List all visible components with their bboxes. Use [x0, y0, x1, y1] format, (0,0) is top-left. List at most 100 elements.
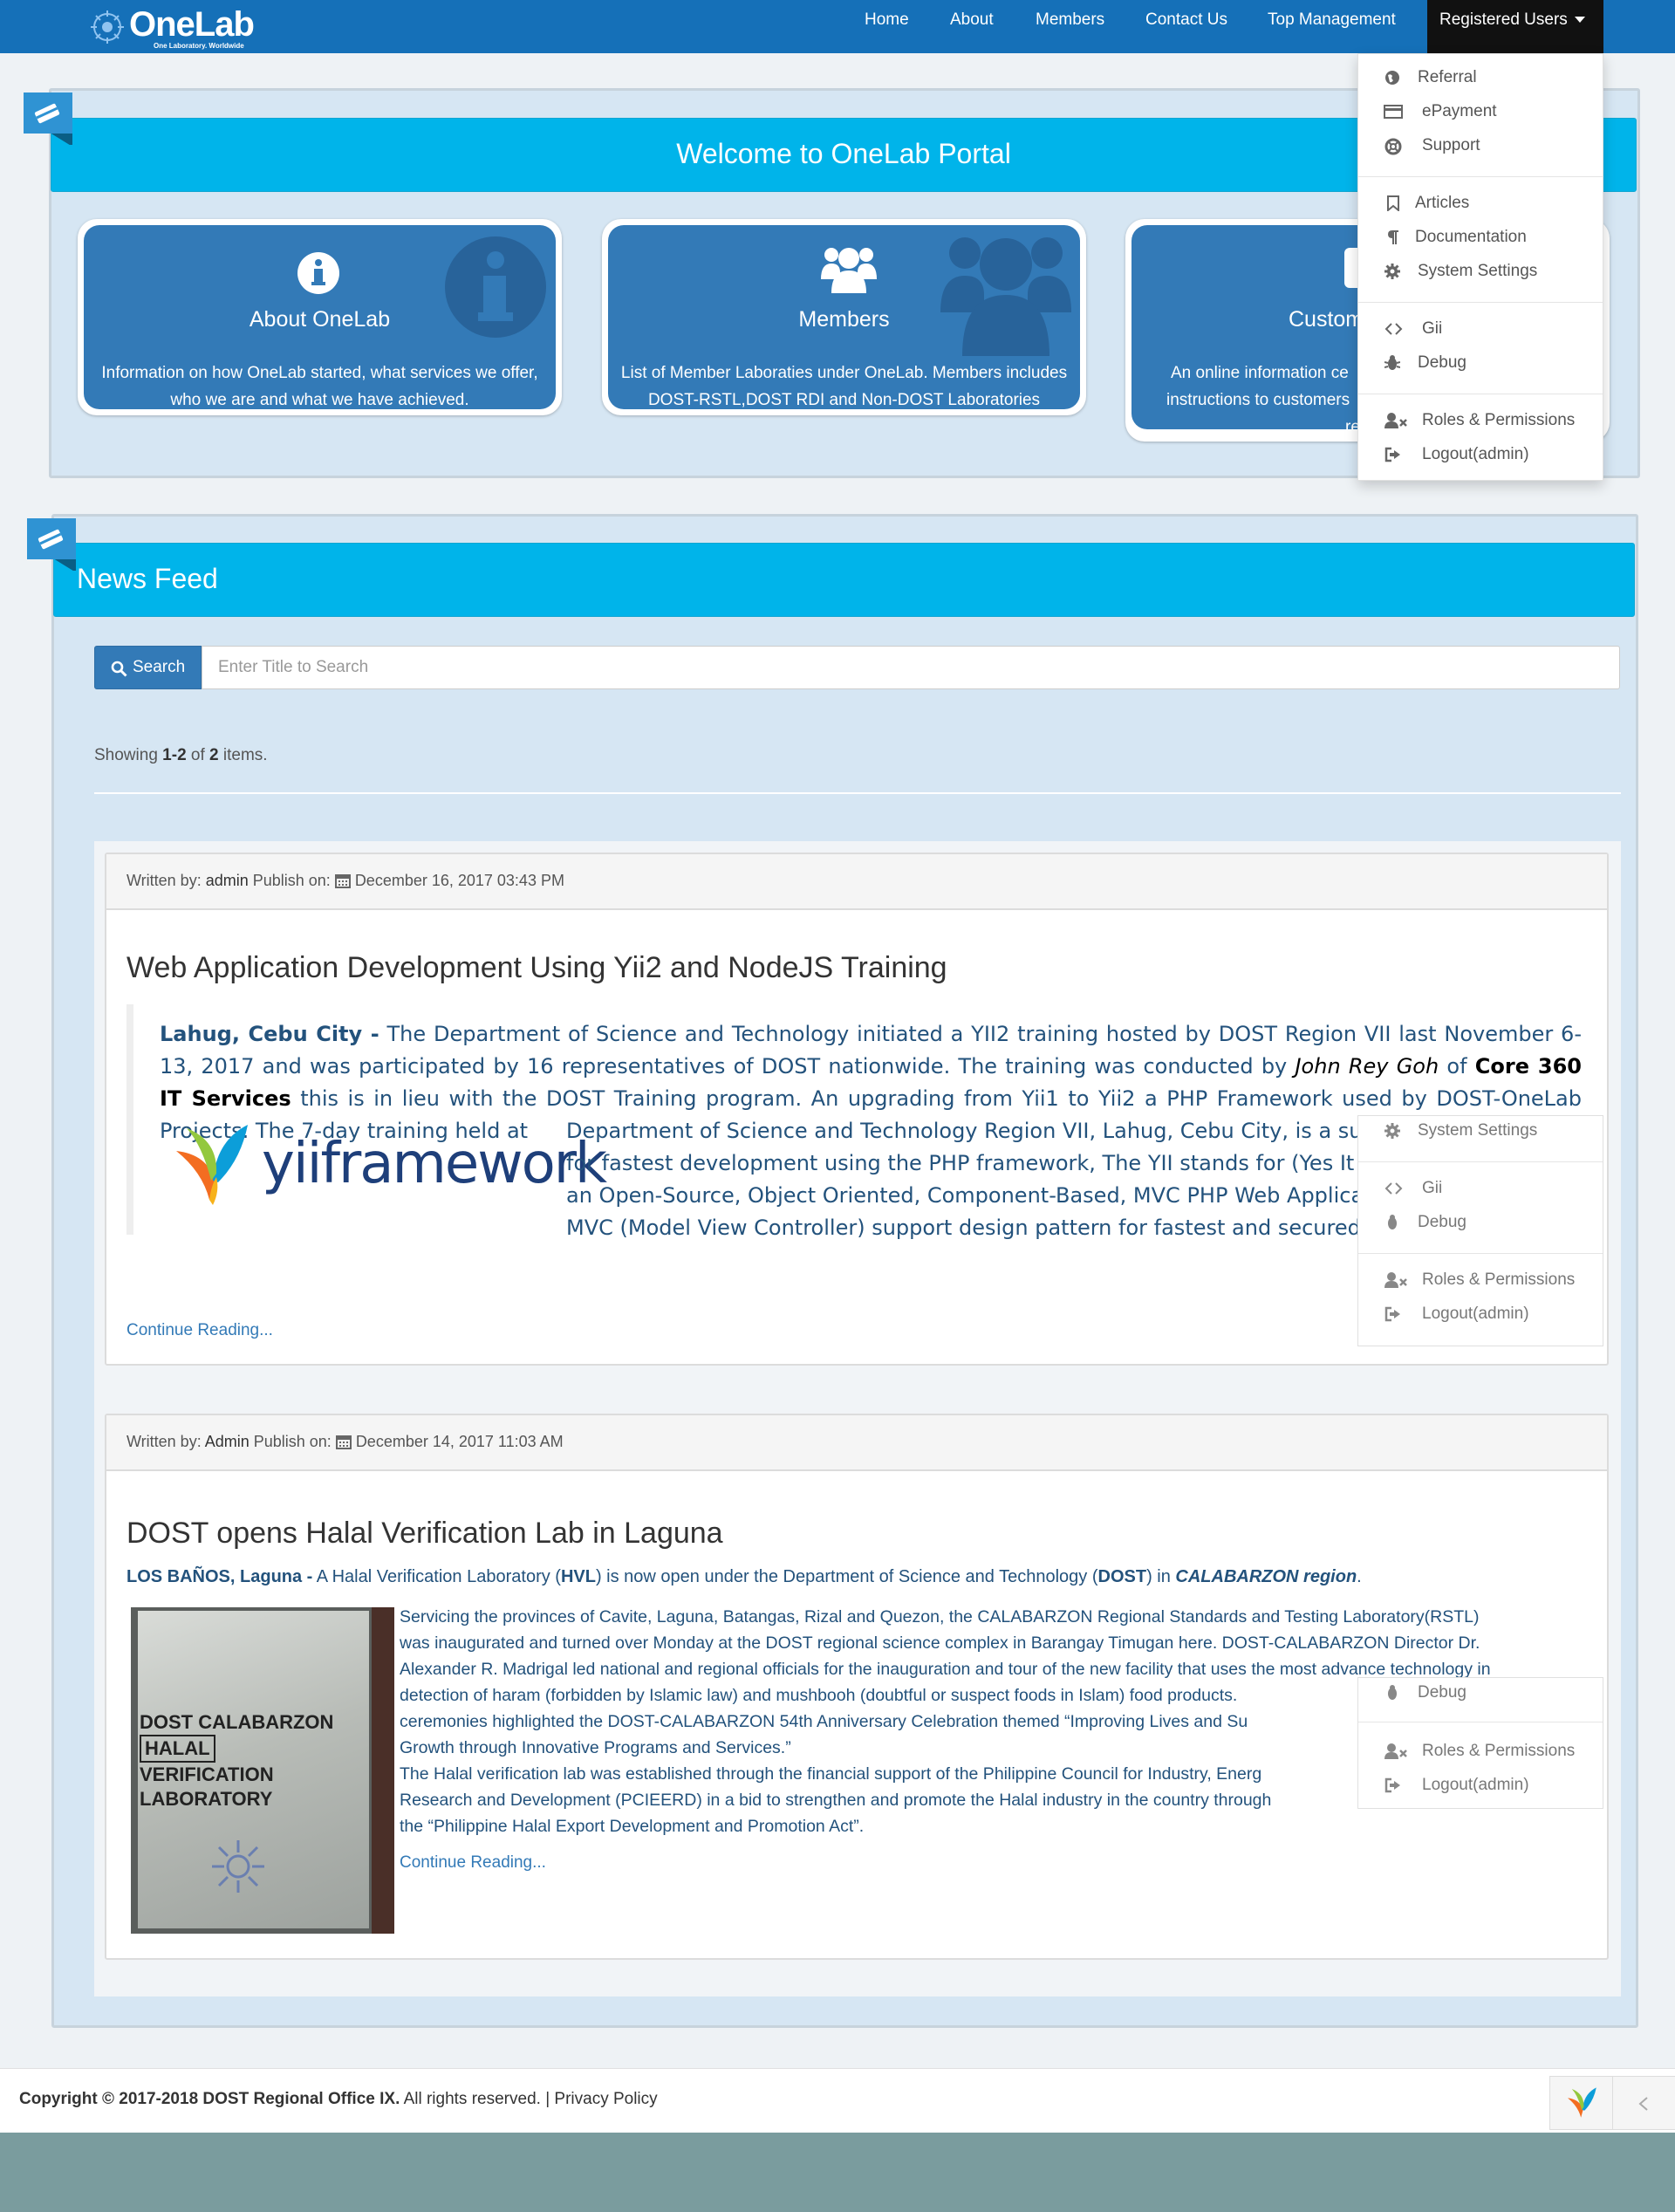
menu-item-logout-ghost: Logout(admin)	[1358, 1770, 1603, 1800]
user-times-icon	[1384, 1272, 1407, 1288]
footer: Copyright © 2017-2018 DOST Regional Offi…	[0, 2068, 1675, 2133]
search-icon	[111, 661, 127, 677]
members-card[interactable]: Members List of Member Laboraties under …	[602, 219, 1086, 415]
dropdown-ghost-copy: Debug Roles & Permissions Logout(admin)	[1357, 1677, 1603, 1809]
bug-icon	[1388, 1685, 1397, 1700]
calendar-icon	[334, 874, 351, 888]
nav-about[interactable]: About	[938, 0, 1006, 53]
gear-icon	[1384, 264, 1400, 279]
bookmark-icon	[1387, 195, 1399, 211]
news-feed-header: News Feed	[53, 543, 1635, 617]
members-desc: List of Member Laboraties under OneLab. …	[620, 364, 1068, 409]
divider	[94, 792, 1621, 794]
news-feed-title: News Feed	[77, 563, 218, 594]
article-title[interactable]: Web Application Development Using Yii2 a…	[126, 951, 947, 985]
ribbon-book-icon	[24, 92, 72, 145]
about-onelab-title: About OneLab	[249, 307, 391, 332]
halal-lab-photo: DOST CALABARZON HALAL VERIFICATION LABOR…	[131, 1607, 394, 1934]
yii-leaf-icon	[1568, 2087, 1596, 2118]
blockquote-bar	[126, 1004, 133, 1235]
registered-users-label: Registered Users	[1439, 10, 1568, 29]
debug-toolbar-collapse-button[interactable]	[1612, 2076, 1675, 2130]
users-icon	[821, 248, 877, 293]
menu-item-debug[interactable]: Debug	[1358, 348, 1603, 378]
user-times-icon	[1384, 413, 1407, 428]
about-onelab-desc: Information on how OneLab started, what …	[101, 364, 538, 409]
brand-tagline: One Laboratory. Worldwide	[154, 42, 244, 50]
registered-users-dropdown: Referral ePayment Support Articles Docum…	[1357, 53, 1603, 481]
article-date: December 16, 2017 03:43 PM	[354, 872, 564, 889]
menu-item-support[interactable]: Support	[1358, 131, 1603, 161]
ribbon-book-icon-2	[27, 518, 76, 571]
search-button-label: Search	[133, 658, 186, 676]
onelab-logo[interactable]: OneLab One Laboratory. Worldwide	[85, 3, 269, 51]
about-onelab-card[interactable]: About OneLab Information on how OneLab s…	[78, 219, 562, 415]
users-watermark-icon	[940, 237, 1071, 356]
brand-name: OneLab	[129, 5, 255, 44]
calendar-icon	[335, 1435, 352, 1449]
nav-members[interactable]: Members	[1023, 0, 1117, 53]
yii-leaf-icon	[176, 1125, 248, 1205]
code-icon	[1384, 1182, 1403, 1195]
menu-item-logout-ghost: Logout(admin)	[1358, 1299, 1603, 1329]
menu-divider	[1358, 302, 1603, 303]
chevron-left-icon	[1638, 2097, 1648, 2111]
sign-out-icon	[1384, 1306, 1400, 1322]
article-title[interactable]: DOST opens Halal Verification Lab in Lag…	[126, 1517, 723, 1551]
article-lead: LOS BAÑOS, Laguna - A Halal Verification…	[126, 1567, 1362, 1586]
menu-item-roles-permissions[interactable]: Roles & Permissions	[1358, 406, 1603, 435]
menu-item-gii-ghost: Gii	[1358, 1174, 1603, 1203]
menu-divider	[1358, 1253, 1603, 1254]
menu-item-roles-ghost: Roles & Permissions	[1358, 1265, 1603, 1295]
nav-home[interactable]: Home	[852, 0, 921, 53]
menu-item-debug-ghost: Debug	[1358, 1208, 1603, 1237]
menu-item-system-settings[interactable]: System Settings	[1358, 257, 1603, 286]
credit-card-icon	[1384, 105, 1403, 119]
menu-divider	[1358, 1161, 1603, 1162]
menu-divider	[1358, 176, 1603, 177]
paragraph-icon	[1388, 230, 1398, 244]
nav-registered-users-toggle[interactable]: Registered Users	[1427, 0, 1603, 53]
continue-reading-link[interactable]: Continue Reading...	[400, 1853, 546, 1873]
code-icon	[1384, 323, 1403, 335]
search-button[interactable]: Search	[94, 646, 202, 689]
continue-reading-link[interactable]: Continue Reading...	[126, 1321, 273, 1340]
menu-item-articles[interactable]: Articles	[1358, 188, 1603, 218]
yii-logo-text: yiiframework	[262, 1132, 607, 1196]
menu-item-gii[interactable]: Gii	[1358, 314, 1603, 344]
dropdown-ghost-copy: System Settings Gii Debug Roles & Permis…	[1357, 1115, 1603, 1346]
dost-emblem-icon	[212, 1840, 264, 1893]
menu-item-documentation[interactable]: Documentation	[1358, 223, 1603, 252]
info-icon	[297, 252, 339, 294]
caret-down-icon	[1574, 17, 1585, 24]
bug-icon	[1388, 1215, 1397, 1229]
menu-item-logout[interactable]: Logout(admin)	[1358, 440, 1603, 469]
yii-debug-toolbar-button[interactable]	[1549, 2076, 1614, 2130]
page-bottom-band	[0, 2133, 1675, 2212]
menu-item-system-settings-ghost: System Settings	[1358, 1116, 1603, 1146]
menu-item-epayment[interactable]: ePayment	[1358, 97, 1603, 127]
sign-out-icon	[1384, 1777, 1400, 1793]
yii-framework-logo: yiiframework	[168, 1116, 607, 1221]
privacy-policy-link[interactable]: Privacy Policy	[554, 2090, 657, 2108]
results-summary: Showing 1-2 of 2 items.	[94, 746, 268, 764]
article-float-text: Department of Science and Technology Reg…	[566, 1119, 1439, 1240]
article-author: admin	[205, 872, 249, 889]
top-navbar: OneLab One Laboratory. Worldwide Home Ab…	[0, 0, 1675, 53]
onelab-logo-mark-icon	[91, 10, 124, 44]
menu-item-roles-ghost: Roles & Permissions	[1358, 1736, 1603, 1766]
menu-item-referral[interactable]: Referral	[1358, 63, 1603, 92]
search-input[interactable]: Enter Title to Search	[202, 646, 1620, 689]
user-times-icon	[1384, 1743, 1407, 1759]
footer-copyright: Copyright © 2017-2018 DOST Regional Offi…	[19, 2090, 658, 2108]
bug-icon	[1384, 355, 1400, 370]
life-ring-icon	[1384, 138, 1402, 155]
nav-top-management[interactable]: Top Management	[1255, 0, 1408, 53]
search-placeholder: Enter Title to Search	[218, 658, 369, 676]
nav-contact-us[interactable]: Contact Us	[1133, 0, 1240, 53]
sign-out-icon	[1384, 447, 1400, 462]
members-title: Members	[798, 307, 890, 332]
globe-icon	[1385, 71, 1399, 85]
article-author: Admin	[204, 1433, 250, 1450]
article-meta: Written by: admin Publish on: December 1…	[106, 854, 1607, 910]
